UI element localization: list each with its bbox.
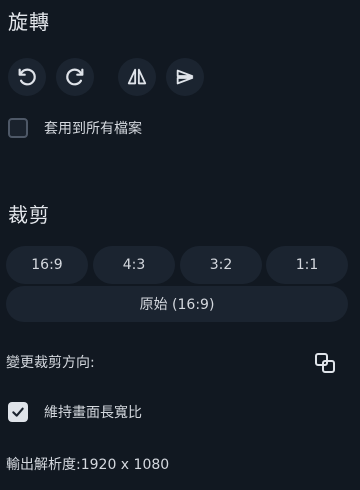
ratio-4-3-button[interactable]: 4:3 (93, 246, 175, 284)
swap-orientation-icon (315, 353, 335, 373)
rotate-right-button[interactable] (56, 58, 94, 96)
flip-horizontal-button[interactable] (118, 58, 156, 96)
ratio-1-1-button[interactable]: 1:1 (266, 246, 348, 284)
checkbox-unchecked[interactable] (8, 118, 28, 138)
flip-vertical-icon (176, 69, 194, 85)
ratio-3-2-button[interactable]: 3:2 (180, 246, 262, 284)
ratio-original-button[interactable]: 原始 (16:9) (6, 286, 348, 322)
crop-section-title: 裁剪 (8, 203, 50, 227)
flip-vertical-button[interactable] (166, 58, 204, 96)
checkmark-icon (12, 407, 24, 417)
rotate-left-icon (18, 68, 36, 86)
keep-aspect-ratio-checkbox[interactable]: 維持畫面長寬比 (8, 402, 142, 422)
rotate-section-title: 旋轉 (8, 10, 50, 34)
crop-orientation-label: 變更裁剪方向: (6, 355, 95, 371)
crop-orientation-button[interactable] (306, 344, 344, 382)
output-resolution-text: 輸出解析度:1920 x 1080 (6, 457, 170, 473)
checkbox-checked[interactable] (8, 402, 28, 422)
apply-to-all-files-checkbox[interactable]: 套用到所有檔案 (8, 118, 142, 138)
rotate-left-button[interactable] (8, 58, 46, 96)
apply-to-all-files-label: 套用到所有檔案 (44, 121, 142, 137)
ratio-16-9-button[interactable]: 16:9 (6, 246, 88, 284)
keep-aspect-ratio-label: 維持畫面長寬比 (44, 405, 142, 421)
flip-horizontal-icon (127, 68, 147, 85)
rotate-right-icon (66, 68, 84, 86)
